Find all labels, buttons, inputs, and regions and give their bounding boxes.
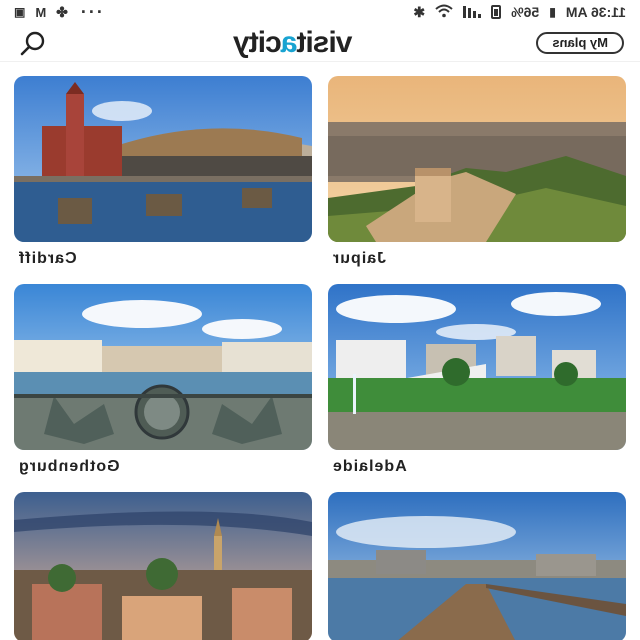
city-photo-6 xyxy=(14,492,312,640)
city-name-cardiff: Cardiff xyxy=(18,250,77,267)
city-name-gothenburg: Gothenburg xyxy=(18,458,120,475)
my-plans-button[interactable]: My plans xyxy=(536,31,624,54)
logo-text-city: city xyxy=(233,25,282,59)
city-card-cardiff[interactable]: Cardiff xyxy=(14,76,312,267)
logo-text-accent: a xyxy=(281,25,298,59)
city-card-5[interactable] xyxy=(328,492,626,640)
wifi-icon xyxy=(435,4,453,21)
logo-text-visit: visit xyxy=(297,25,353,59)
status-time: 11:36 AM xyxy=(565,4,626,20)
bluetooth-icon: ✱ xyxy=(413,3,426,20)
city-card-gothenburg[interactable]: Gothenburg xyxy=(14,284,312,475)
city-photo-5 xyxy=(328,492,626,640)
mail-icon: M xyxy=(35,4,47,20)
battery-percent: 56% xyxy=(511,4,540,20)
battery-icon xyxy=(491,5,502,19)
signal-icon xyxy=(463,6,482,18)
app-screen: 11:36 AM ▮ 56% ✱ ··· ✤ M ▣ My plans visi… xyxy=(0,0,640,640)
my-plans-label: My plans xyxy=(552,35,608,50)
city-card-jaipur[interactable]: Jaipur xyxy=(328,76,626,267)
city-card-adelaide[interactable]: Adelaide xyxy=(328,284,626,475)
city-photo-adelaide xyxy=(328,284,626,450)
sim-icon: ▮ xyxy=(549,5,556,19)
search-icon xyxy=(20,31,45,55)
status-bar: 11:36 AM ▮ 56% ✱ ··· ✤ M ▣ xyxy=(0,0,640,24)
search-button[interactable] xyxy=(16,26,50,60)
city-photo-jaipur xyxy=(328,76,626,242)
city-name-adelaide: Adelaide xyxy=(332,458,407,475)
city-name-jaipur: Jaipur xyxy=(332,250,387,267)
visitacity-logo: visitacity xyxy=(234,26,352,60)
city-photo-gothenburg xyxy=(14,284,312,450)
fan-icon: ✤ xyxy=(56,3,68,20)
app-header: My plans visitacity xyxy=(0,24,640,62)
city-photo-cardiff xyxy=(14,76,312,242)
city-card-6[interactable] xyxy=(14,492,312,640)
notification-icon: ▣ xyxy=(14,5,26,19)
overflow-indicator: ··· xyxy=(77,2,102,22)
